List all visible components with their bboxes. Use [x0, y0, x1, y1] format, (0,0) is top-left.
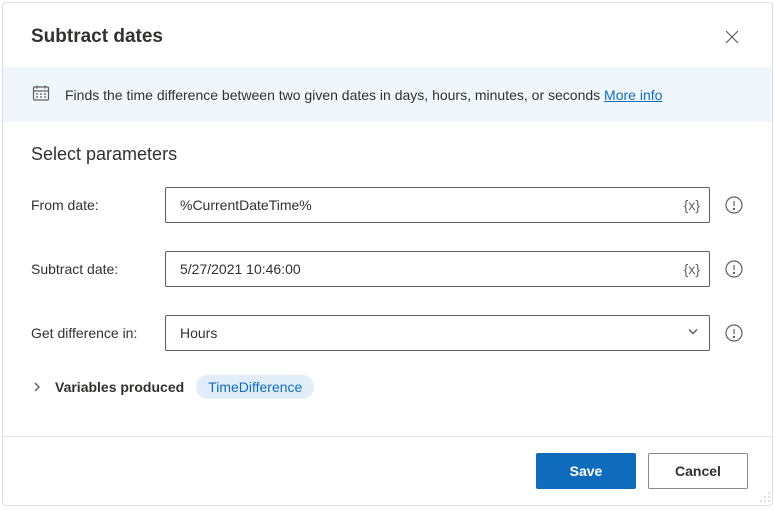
expand-variables-toggle[interactable]: [31, 381, 43, 393]
param-get-difference: Get difference in:: [31, 315, 744, 351]
get-diff-label: Get difference in:: [31, 325, 157, 341]
calendar-icon: [31, 83, 51, 106]
close-icon: [725, 30, 739, 44]
variable-picker-icon[interactable]: {x}: [684, 197, 700, 213]
content-area: Select parameters From date: {x} Subtrac…: [3, 122, 772, 436]
variable-picker-icon[interactable]: {x}: [684, 261, 700, 277]
dialog-header: Subtract dates: [3, 3, 772, 67]
section-title: Select parameters: [31, 144, 744, 165]
subtract-dates-dialog: Subtract dates Finds the time difference…: [2, 2, 773, 506]
info-text: Finds the time difference between two gi…: [65, 87, 662, 103]
help-icon[interactable]: [724, 323, 744, 343]
param-from-date: From date: {x}: [31, 187, 744, 223]
cancel-button[interactable]: Cancel: [648, 453, 748, 489]
variable-pill-timedifference[interactable]: TimeDifference: [196, 375, 314, 399]
subtract-date-label: Subtract date:: [31, 261, 157, 277]
more-info-link[interactable]: More info: [604, 87, 662, 103]
save-button[interactable]: Save: [536, 453, 636, 489]
help-icon[interactable]: [724, 195, 744, 215]
from-date-input[interactable]: [165, 187, 710, 223]
from-date-label: From date:: [31, 197, 157, 213]
param-subtract-date: Subtract date: {x}: [31, 251, 744, 287]
get-diff-select[interactable]: [165, 315, 710, 351]
variables-produced-row: Variables produced TimeDifference: [31, 375, 744, 399]
help-icon[interactable]: [724, 259, 744, 279]
subtract-date-input[interactable]: [165, 251, 710, 287]
info-banner: Finds the time difference between two gi…: [3, 67, 772, 122]
dialog-footer: Save Cancel: [3, 436, 772, 505]
close-button[interactable]: [716, 21, 748, 53]
dialog-title: Subtract dates: [31, 26, 163, 48]
variables-produced-label: Variables produced: [55, 379, 184, 395]
